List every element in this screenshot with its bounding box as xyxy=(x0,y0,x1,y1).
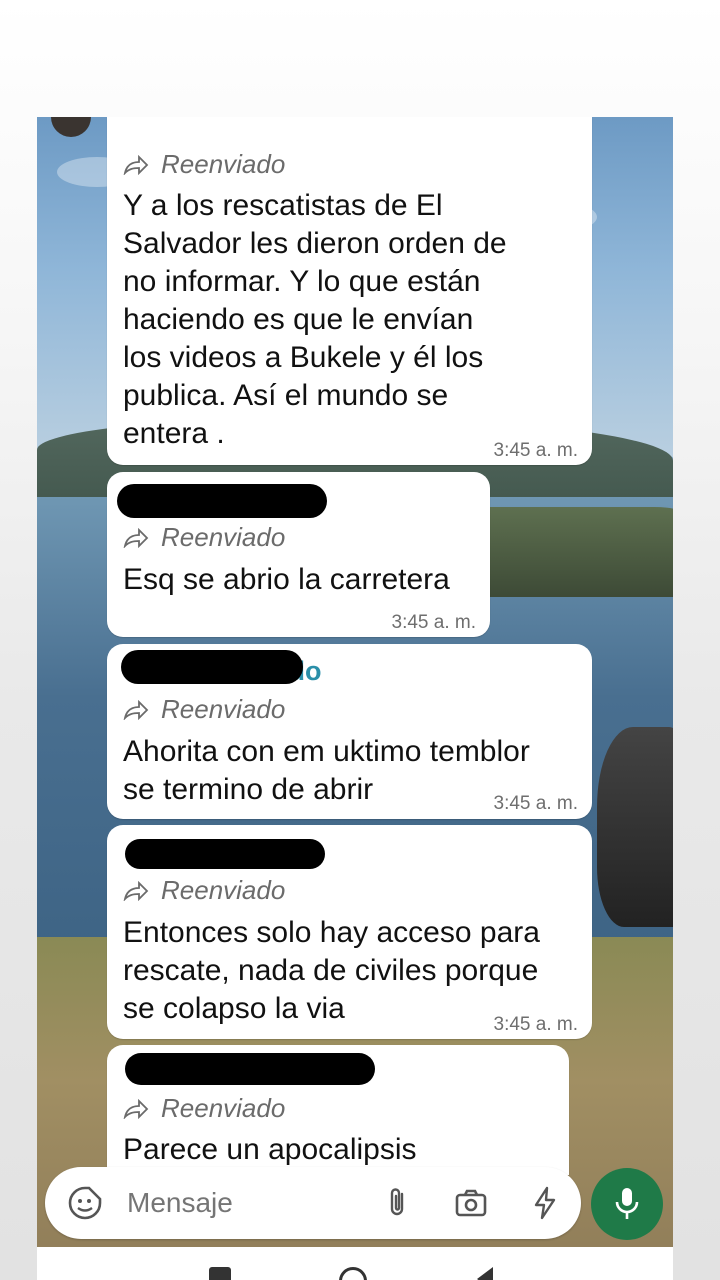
redacted-sender xyxy=(125,1053,375,1085)
back-button[interactable] xyxy=(477,1267,493,1280)
forwarded-label: Reenviado xyxy=(123,149,285,180)
forwarded-text: Reenviado xyxy=(161,694,286,724)
system-nav-bar xyxy=(37,1247,673,1280)
forward-icon xyxy=(123,880,149,901)
message-text: Esq se abrio la carretera xyxy=(123,563,450,596)
message-bubble[interactable]: Giraldo Reenviado Ahorita con em uktimo … xyxy=(107,644,592,819)
message-text: Parece un apocalipsis xyxy=(123,1133,417,1166)
message-text: Y a los rescatistas de El Salvador les d… xyxy=(123,189,507,450)
message-bubble[interactable]: Reenviado Esq se abrio la carretera 3:45… xyxy=(107,472,490,637)
redacted-sender xyxy=(121,650,303,684)
message-text: Ahorita con em uktimo temblor se termino… xyxy=(123,735,530,806)
forward-icon xyxy=(123,527,149,548)
chat-screen: Reenviado Y a los rescatistas de El Salv… xyxy=(37,117,673,1280)
forward-icon xyxy=(123,699,149,720)
lightning-icon[interactable] xyxy=(527,1185,563,1221)
redacted-sender xyxy=(125,839,325,869)
message-time: 3:45 a. m. xyxy=(493,1014,579,1035)
recents-button[interactable] xyxy=(209,1267,231,1280)
forwarded-text: Reenviado xyxy=(161,149,286,179)
wallpaper-rock xyxy=(597,727,673,927)
message-time: 3:45 a. m. xyxy=(493,793,579,814)
forward-icon xyxy=(123,154,149,175)
message-bubble[interactable]: Reenviado Y a los rescatistas de El Salv… xyxy=(107,117,592,465)
forwarded-label: Reenviado xyxy=(123,875,285,906)
forwarded-text: Reenviado xyxy=(161,522,286,552)
message-input[interactable] xyxy=(127,1187,367,1219)
message-text: Entonces solo hay acceso para rescate, n… xyxy=(123,916,540,1025)
forwarded-label: Reenviado xyxy=(123,522,285,553)
message-composer[interactable] xyxy=(45,1167,581,1239)
home-button[interactable] xyxy=(339,1267,367,1280)
attach-icon[interactable] xyxy=(380,1185,416,1221)
message-bubble[interactable]: Reenviado Entonces solo hay acceso para … xyxy=(107,825,592,1039)
message-time: 3:45 a. m. xyxy=(391,612,477,633)
redacted-sender xyxy=(117,484,327,518)
camera-icon[interactable] xyxy=(453,1185,489,1221)
microphone-icon xyxy=(615,1188,639,1219)
voice-record-button[interactable] xyxy=(591,1168,663,1240)
forwarded-text: Reenviado xyxy=(161,875,286,905)
message-time: 3:45 a. m. xyxy=(493,440,579,461)
emoji-sticker-icon[interactable] xyxy=(67,1185,103,1221)
forwarded-label: Reenviado xyxy=(123,694,285,725)
forward-icon xyxy=(123,1098,149,1119)
forwarded-text: Reenviado xyxy=(161,1093,286,1123)
message-bubble[interactable]: Reenviado Parece un apocalipsis xyxy=(107,1045,569,1175)
forwarded-label: Reenviado xyxy=(123,1093,285,1124)
